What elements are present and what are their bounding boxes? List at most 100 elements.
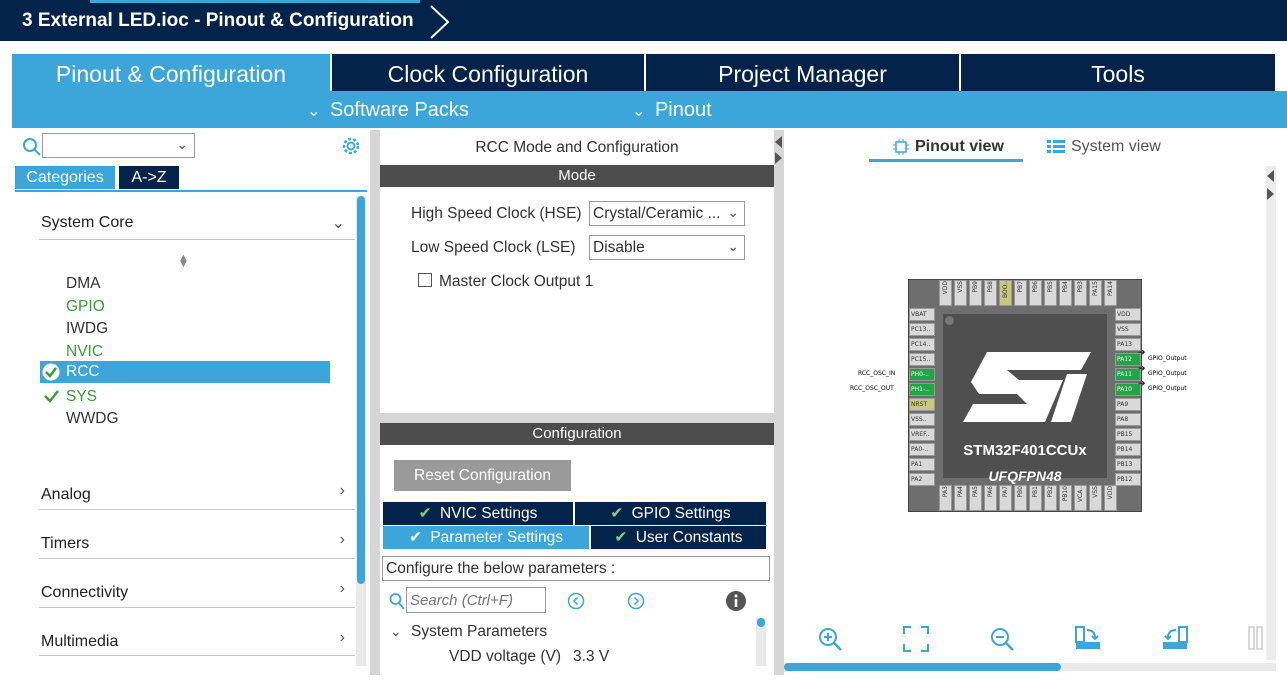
h-scrollbar-thumb[interactable] [784, 663, 1061, 671]
left-splitter[interactable] [370, 130, 380, 675]
reset-configuration-button[interactable]: Reset Configuration [394, 460, 571, 491]
tab-a-z[interactable]: A->Z [119, 166, 179, 189]
pinout-menu[interactable]: ⌄ Pinout [632, 99, 712, 122]
pin-pb3[interactable]: PB3 [1075, 281, 1086, 294]
pin-vss-bottom[interactable]: VSS [1090, 486, 1101, 499]
tab-nvic-settings[interactable]: ✔ NVIC Settings [383, 502, 573, 525]
list-item-iwdg[interactable]: IWDG [66, 320, 108, 338]
pin-pb0[interactable]: PB0 [1015, 486, 1026, 499]
software-packs-menu[interactable]: ⌄ Software Packs [307, 99, 469, 122]
sort-icon[interactable]: ▲ ▼ [178, 252, 189, 276]
pin-pb14[interactable]: PB14 [1115, 443, 1141, 456]
pin-pb8[interactable]: PB8 [985, 281, 996, 294]
pin-pb6[interactable]: PB6 [1030, 281, 1041, 294]
split-view-icon[interactable] [1248, 626, 1264, 650]
collapse-left-icon[interactable] [775, 136, 782, 148]
tab-clock-configuration[interactable]: Clock Configuration [332, 54, 644, 91]
tab-pinout-view[interactable]: Pinout view [869, 136, 1023, 162]
pin-pa1[interactable]: PA1 [909, 458, 935, 471]
list-item-rcc-selected[interactable]: RCC [40, 361, 330, 383]
tab-tools[interactable]: Tools [961, 54, 1275, 91]
pin-vss-top[interactable]: VSS [955, 281, 966, 294]
collapse-icon[interactable] [1267, 170, 1274, 182]
pin-boot0[interactable]: BOO.. [1000, 281, 1011, 299]
previous-icon[interactable] [567, 592, 585, 610]
tab-gpio-settings[interactable]: ✔ GPIO Settings [575, 502, 766, 525]
tab-project-manager[interactable]: Project Manager [646, 54, 959, 91]
list-item-wwdg[interactable]: WWDG [66, 410, 119, 428]
category-system-core[interactable]: System Core ⌄ [39, 208, 355, 240]
pin-pb4[interactable]: PB4 [1060, 281, 1071, 294]
pin-pa0[interactable]: PA0-.. [909, 443, 935, 456]
mco-checkbox[interactable] [418, 273, 432, 287]
pin-pa3[interactable]: PA3 [940, 486, 951, 498]
pin-pb5[interactable]: PB5 [1045, 281, 1056, 294]
expand-right-icon[interactable] [775, 152, 782, 164]
pin-pa15[interactable]: PA15 [1090, 281, 1101, 297]
pin-vdd[interactable]: VDD [1115, 308, 1141, 321]
list-item-dma[interactable]: DMA [66, 275, 100, 293]
tab-categories[interactable]: Categories [15, 166, 115, 189]
rotate-right-icon[interactable] [1073, 624, 1103, 652]
left-scrollbar-track[interactable] [356, 196, 366, 666]
category-connectivity[interactable]: Connectivity › [39, 576, 355, 608]
list-item-sys[interactable]: SYS [66, 388, 97, 406]
pin-pc15[interactable]: PC15.. [909, 353, 935, 366]
category-search-input[interactable]: ⌄ [42, 133, 195, 158]
pin-pb1[interactable]: PB1 [1030, 486, 1041, 499]
zoom-in-icon[interactable] [817, 626, 843, 652]
pin-vref[interactable]: VREF.. [909, 428, 935, 441]
pin-vcap[interactable]: VCA.. [1075, 486, 1086, 503]
gear-icon[interactable] [340, 135, 362, 157]
pin-vss[interactable]: VSS [1115, 323, 1141, 336]
zoom-out-icon[interactable] [989, 626, 1015, 652]
list-item-nvic[interactable]: NVIC [66, 343, 103, 361]
v-scrollbar-track[interactable] [1266, 166, 1276, 660]
pin-pb12[interactable]: PB12 [1115, 473, 1141, 486]
lse-select[interactable]: Disable ⌄ [589, 235, 745, 260]
pin-pb10[interactable]: PB10 [1060, 486, 1071, 502]
tab-pinout-configuration[interactable]: Pinout & Configuration [12, 54, 330, 91]
pin-vdd-top[interactable]: VDD [940, 281, 951, 295]
rotate-left-icon[interactable] [1160, 624, 1190, 652]
list-item-gpio[interactable]: GPIO [66, 298, 105, 316]
pin-pc14[interactable]: PC14.. [909, 338, 935, 351]
breadcrumb-title[interactable]: 3 External LED.ioc - Pinout & Configurat… [22, 10, 414, 32]
pin-pa4[interactable]: PA4 [955, 486, 966, 498]
pin-pc13[interactable]: PC13.. [909, 323, 935, 336]
pin-pa9[interactable]: PA9 [1115, 398, 1141, 411]
expand-icon[interactable] [1267, 188, 1274, 200]
mid-splitter[interactable] [380, 413, 774, 423]
pin-pa7[interactable]: PA7 [1000, 486, 1011, 498]
pin-vdd-bottom[interactable]: VDD [1105, 486, 1116, 500]
param-scrollbar-thumb[interactable] [757, 618, 765, 627]
pin-ph1[interactable]: PH1-.. [909, 383, 935, 396]
hse-select[interactable]: Crystal/Ceramic ... ⌄ [589, 201, 745, 226]
pin-pb9[interactable]: PB9 [970, 281, 981, 294]
pin-pb15[interactable]: PB15 [1115, 428, 1141, 441]
pin-pb13[interactable]: PB13 [1115, 458, 1141, 471]
mcu-chip[interactable]: STM32F401CCUx UFQFPN48 VBAT PC13.. PC14.… [908, 279, 1142, 512]
pin-pb7[interactable]: PB7 [1015, 281, 1026, 294]
chevron-down-icon[interactable]: ⌄ [390, 623, 402, 640]
pin-pa5[interactable]: PA5 [970, 486, 981, 498]
pin-vss[interactable]: VSS.. [909, 413, 935, 426]
pin-pa14[interactable]: PA14 [1105, 281, 1116, 297]
tab-user-constants[interactable]: ✔ User Constants [591, 526, 766, 549]
category-timers[interactable]: Timers › [39, 527, 355, 559]
fit-to-screen-icon[interactable] [903, 626, 929, 652]
pin-ph0[interactable]: PH0-.. [909, 368, 935, 381]
category-analog[interactable]: Analog › [39, 478, 355, 510]
pin-pa2[interactable]: PA2 [909, 473, 935, 486]
parameter-search-input[interactable] [406, 587, 546, 613]
left-scrollbar-thumb[interactable] [357, 196, 365, 584]
tab-parameter-settings[interactable]: ✔ Parameter Settings [383, 526, 589, 549]
info-icon[interactable] [725, 590, 747, 612]
system-parameters-group[interactable]: System Parameters [411, 623, 547, 641]
category-multimedia[interactable]: Multimedia › [39, 625, 355, 657]
right-splitter[interactable] [774, 130, 784, 675]
h-scrollbar-track[interactable] [784, 663, 1276, 671]
pin-nrst[interactable]: NRST [909, 398, 935, 411]
pin-pa8[interactable]: PA8 [1115, 413, 1141, 426]
pin-vbat[interactable]: VBAT [909, 308, 935, 321]
